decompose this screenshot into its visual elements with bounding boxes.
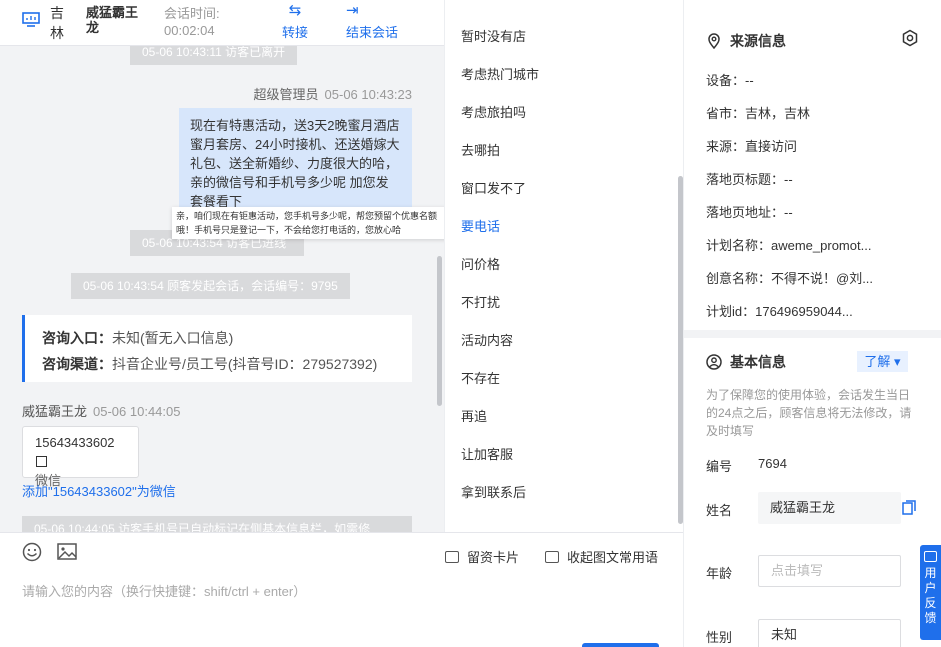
message-list[interactable]: 05-06 10:43:11 访客已离开 超级管理员 05-06 10:43:23…: [0, 46, 444, 532]
visitor-location: 吉林: [50, 5, 64, 41]
age-input[interactable]: 点击填写: [758, 555, 901, 587]
message-input[interactable]: 请输入您的内容（换行快捷键：shift/ctrl + enter）: [22, 581, 306, 600]
fold-phrases-label: 收起图文常用语: [567, 550, 659, 565]
card-icon: [445, 551, 459, 563]
source-title: 来源信息: [730, 33, 786, 49]
feedback-label: 用户反馈: [924, 566, 937, 625]
end-session-label: 结束会话: [346, 25, 399, 40]
session-time-label: 会话时间:: [164, 6, 220, 21]
agent-name: 超级管理员: [253, 87, 319, 102]
quick-reply-panel: 暂时没有店考虑热门城市 考虑旅拍吗去哪拍窗口发不了要电话问价格不打扰活动内容不存在…: [444, 0, 683, 532]
copy-icon[interactable]: [36, 456, 47, 467]
system-message: 05-06 10:43:11 访客已离开: [130, 46, 298, 65]
quick-reply-item[interactable]: 考虑旅拍吗: [461, 102, 526, 121]
quick-reply-item[interactable]: 再追: [461, 406, 487, 425]
channel-row: 咨询渠道：抖音企业号/员工号(抖音号ID：279527392): [42, 351, 412, 377]
source-landing-url: 落地页地址：--: [706, 205, 793, 220]
source-province: 省市：吉林，吉林: [706, 106, 811, 121]
source-landing-title: 落地页标题：--: [706, 172, 793, 187]
agent-time: 05-06 10:43:23: [324, 87, 412, 102]
agent-meta: 超级管理员 05-06 10:43:23: [254, 84, 412, 103]
chat-scrollbar[interactable]: [437, 256, 442, 406]
source-origin: 来源：直接访问: [706, 139, 798, 154]
lead-card-label: 留资卡片: [467, 550, 520, 565]
emoji-icon[interactable]: [22, 542, 42, 562]
basic-title: 基本信息: [730, 354, 786, 370]
settings-icon[interactable]: [901, 29, 919, 47]
transfer-label: 转接: [281, 25, 308, 40]
image-icon[interactable]: [57, 542, 77, 562]
learn-more-dropdown[interactable]: 了解 ▾: [857, 351, 908, 372]
source-plan-name: 计划名称：aweme_promot...: [706, 238, 872, 253]
channel-label: 咨询渠道：: [42, 356, 112, 372]
basic-section-title: 基本信息: [706, 352, 786, 372]
copy-icon[interactable]: [902, 500, 916, 515]
quick-reply-item[interactable]: 暂时没有店: [461, 26, 526, 45]
source-device: 设备：--: [706, 73, 754, 88]
monitor-icon: [22, 12, 40, 27]
name-label: 姓名: [706, 503, 733, 518]
visitor-msg-time: 05-06 10:44:05: [93, 404, 181, 419]
customer-info-panel: 来源信息 设备：-- 省市：吉林，吉林 来源：直接访问 落地页标题：-- 落地页…: [683, 0, 941, 647]
quick-reply-item[interactable]: 不存在: [461, 368, 500, 387]
gender-select[interactable]: 未知: [758, 619, 901, 647]
quick-reply-item[interactable]: 去哪拍: [461, 140, 500, 159]
session-time: 00:02:04: [164, 23, 215, 38]
edit-notice: 为了保障您的使用体验，会话发生当日的24点之后，顾客信息将无法修改，请及时填写: [706, 388, 912, 438]
quick-reply-item[interactable]: 要电话: [461, 216, 500, 235]
name-field[interactable]: 威猛霸王龙: [758, 492, 901, 524]
entry-label: 咨询入口：: [42, 330, 112, 346]
phone-number: 15643433602: [35, 435, 115, 450]
quick-reply-tooltip: 亲，咱们现在有钜惠活动，您手机号多少呢，帮您预留个优惠名额哦！手机号只是登记一下…: [172, 207, 444, 239]
section-divider: [684, 330, 941, 338]
visitor-msg-name: 威猛霸王龙: [22, 404, 88, 419]
visitor-meta: 威猛霸王龙 05-06 10:44:05: [22, 401, 180, 420]
id-value: 7694: [758, 456, 787, 471]
visitor-name: 威猛霸王龙: [86, 5, 139, 35]
feedback-icon: [924, 551, 937, 562]
quick-reply-item[interactable]: 考虑热门城市: [461, 64, 539, 83]
system-message: 05-06 10:43:54 顾客发起会话，会话编号：9795: [71, 273, 350, 299]
gender-label: 性别: [706, 630, 733, 645]
user-circle-icon: [706, 354, 722, 370]
chat-header: 吉林 威猛霸王龙 会话时间: 00:02:04 ⇆ 转接 ⇥ 结束会话: [0, 0, 444, 46]
channel-value: 抖音企业号/员工号(抖音号ID：279527392): [112, 356, 378, 372]
fold-phrases-button[interactable]: 收起图文常用语: [545, 547, 658, 566]
exit-icon: ⇥: [346, 2, 359, 19]
id-label: 编号: [706, 459, 733, 474]
lead-card-button[interactable]: 留资卡片: [445, 547, 519, 566]
message-icon: [545, 551, 559, 563]
quick-reply-item[interactable]: 窗口发不了: [461, 178, 526, 197]
quick-reply-item[interactable]: 拿到联系后: [461, 482, 526, 501]
message-composer: 留资卡片 收起图文常用语 请输入您的内容（换行快捷键：shift/ctrl + …: [0, 532, 683, 647]
location-pin-icon: [708, 33, 720, 49]
source-section-title: 来源信息: [706, 31, 786, 51]
transfer-button[interactable]: ⇆ 转接: [280, 2, 310, 41]
phone-card: 15643433602 微信: [22, 426, 139, 488]
quick-reply-item[interactable]: 问价格: [461, 254, 500, 273]
source-plan-id: 计划id：176496959044...: [706, 304, 853, 319]
entry-row: 咨询入口：未知(暂无入口信息): [42, 325, 412, 351]
send-button[interactable]: [582, 643, 659, 647]
age-label: 年龄: [706, 566, 733, 581]
consult-info-card: 咨询入口：未知(暂无入口信息) 咨询渠道：抖音企业号/员工号(抖音号ID：279…: [22, 315, 412, 382]
feedback-button[interactable]: 用户反馈: [920, 545, 941, 640]
transfer-icon: ⇆: [288, 2, 302, 19]
entry-value: 未知(暂无入口信息): [112, 330, 234, 346]
end-session-button[interactable]: ⇥ 结束会话: [346, 2, 406, 41]
quick-reply-item[interactable]: 活动内容: [461, 330, 513, 349]
system-message: 05-06 10:44:05 访客手机号已自动标记在侧基本信息栏，如需修: [22, 516, 412, 532]
quick-reply-item[interactable]: 让加客服: [461, 444, 513, 463]
agent-message-bubble: 现在有特惠活动，送3天2晚蜜月酒店蜜月套房、24小时接机、还送婚嫁大礼包、送全新…: [179, 108, 412, 217]
quick-reply-item[interactable]: 不打扰: [461, 292, 500, 311]
add-wechat-link[interactable]: 添加"15643433602"为微信: [22, 481, 176, 500]
source-creative-name: 创意名称：不得不说！@刘...: [706, 271, 874, 286]
